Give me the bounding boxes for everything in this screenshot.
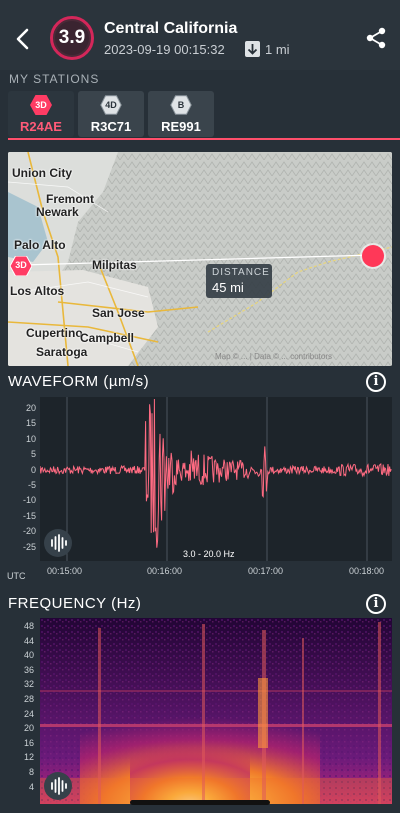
y-tick-label: 48 bbox=[23, 621, 34, 631]
distance-value: 45 mi bbox=[212, 280, 244, 295]
station-tab-re991[interactable]: B RE991 bbox=[148, 91, 214, 137]
station-tab-r24ae[interactable]: 3D R24AE bbox=[8, 91, 74, 137]
y-tick-label: 12 bbox=[23, 752, 34, 763]
map-place: Palo Alto bbox=[14, 238, 66, 252]
map-place: Saratoga bbox=[36, 345, 88, 359]
map-place: San Jose bbox=[92, 306, 145, 320]
station-type: B bbox=[177, 100, 185, 110]
waveform-trace bbox=[40, 398, 392, 548]
y-tick-label: 4 bbox=[28, 781, 34, 792]
map-place: Los Altos bbox=[10, 284, 65, 298]
sound-wave-icon[interactable] bbox=[44, 772, 72, 800]
magnitude-badge: 3.9 bbox=[50, 16, 94, 60]
spectrogram-plot bbox=[40, 618, 392, 804]
info-icon[interactable]: i bbox=[366, 372, 386, 392]
y-tick-label: 20 bbox=[25, 403, 36, 413]
y-tick-label: -20 bbox=[22, 526, 36, 537]
y-tick-label: -5 bbox=[27, 480, 36, 490]
waveform-title: WAVEFORM (µm/s) bbox=[8, 373, 150, 390]
spectrogram-chart[interactable] bbox=[40, 618, 392, 804]
y-tick-label: 0 bbox=[30, 464, 36, 475]
x-tick-label: 00:15:00 bbox=[47, 566, 83, 576]
hexagon-icon: B bbox=[170, 95, 192, 115]
back-icon[interactable] bbox=[10, 24, 36, 54]
station-marker-label: 3D bbox=[15, 260, 27, 270]
event-title: Central California bbox=[104, 20, 238, 37]
station-type: 4D bbox=[105, 100, 117, 110]
waveform-chart[interactable] bbox=[40, 397, 392, 561]
x-tick-label: 00:18:00 bbox=[349, 566, 385, 576]
x-tick-label: 00:16:00 bbox=[147, 566, 183, 576]
station-code: R3C71 bbox=[90, 119, 132, 134]
y-tick-label: 15 bbox=[25, 418, 36, 429]
y-tick-label: 20 bbox=[23, 723, 34, 734]
frequency-title: FREQUENCY (Hz) bbox=[8, 595, 142, 612]
station-type: 3D bbox=[35, 100, 47, 110]
y-tick-label: 32 bbox=[23, 679, 34, 690]
map-place: Newark bbox=[36, 205, 79, 219]
event-depth: 1 mi bbox=[265, 42, 290, 57]
map-place: Union City bbox=[12, 166, 72, 180]
map-place: Campbell bbox=[80, 331, 135, 345]
distance-label: DISTANCE bbox=[212, 267, 270, 278]
epicenter-marker bbox=[362, 245, 384, 267]
station-code: R24AE bbox=[20, 119, 62, 134]
y-tick-label: 5 bbox=[30, 449, 36, 460]
hexagon-icon: 4D bbox=[100, 95, 122, 115]
x-tick-label: 00:17:00 bbox=[248, 566, 284, 576]
event-datetime: 2023-09-19 00:15:32 bbox=[104, 42, 225, 57]
y-tick-label: 44 bbox=[23, 635, 34, 646]
distance-map[interactable]: Union City Fremont Newark Palo Alto Milp… bbox=[8, 152, 392, 366]
magnitude-value: 3.9 bbox=[58, 27, 86, 48]
station-code: RE991 bbox=[161, 119, 201, 134]
station-tab-r3c71[interactable]: 4D R3C71 bbox=[78, 91, 144, 137]
selected-station-underline bbox=[8, 138, 400, 140]
home-indicator[interactable] bbox=[130, 800, 270, 805]
y-tick-label: 10 bbox=[25, 433, 36, 444]
y-tick-label: -15 bbox=[22, 510, 36, 521]
y-tick-label: 28 bbox=[23, 694, 34, 704]
y-tick-label: 40 bbox=[23, 650, 34, 661]
map-attribution[interactable]: Map © ... | Data © ... contributors bbox=[215, 352, 332, 361]
y-tick-label: 8 bbox=[28, 767, 34, 777]
y-tick-label: 16 bbox=[23, 737, 34, 748]
stations-label: MY STATIONS bbox=[9, 72, 100, 86]
y-tick-label: -10 bbox=[22, 495, 36, 506]
depth-arrow-icon bbox=[245, 41, 260, 57]
sound-wave-icon[interactable] bbox=[44, 529, 72, 557]
info-icon[interactable]: i bbox=[366, 594, 386, 614]
map-place: Fremont bbox=[46, 192, 94, 206]
waveform-plot bbox=[40, 397, 392, 561]
distance-box: DISTANCE 45 mi bbox=[206, 264, 272, 298]
hexagon-icon: 3D bbox=[30, 95, 52, 115]
share-icon[interactable] bbox=[362, 24, 390, 52]
map-place: Milpitas bbox=[92, 258, 137, 272]
y-tick-label: 24 bbox=[23, 708, 34, 719]
y-tick-label: -25 bbox=[22, 541, 36, 552]
y-tick-label: 36 bbox=[23, 664, 34, 675]
map-place: Cupertino bbox=[26, 326, 83, 340]
x-axis-unit: UTC bbox=[7, 571, 26, 581]
filter-label: 3.0 - 20.0 Hz bbox=[180, 549, 238, 559]
station-map-marker: 3D bbox=[9, 255, 33, 277]
